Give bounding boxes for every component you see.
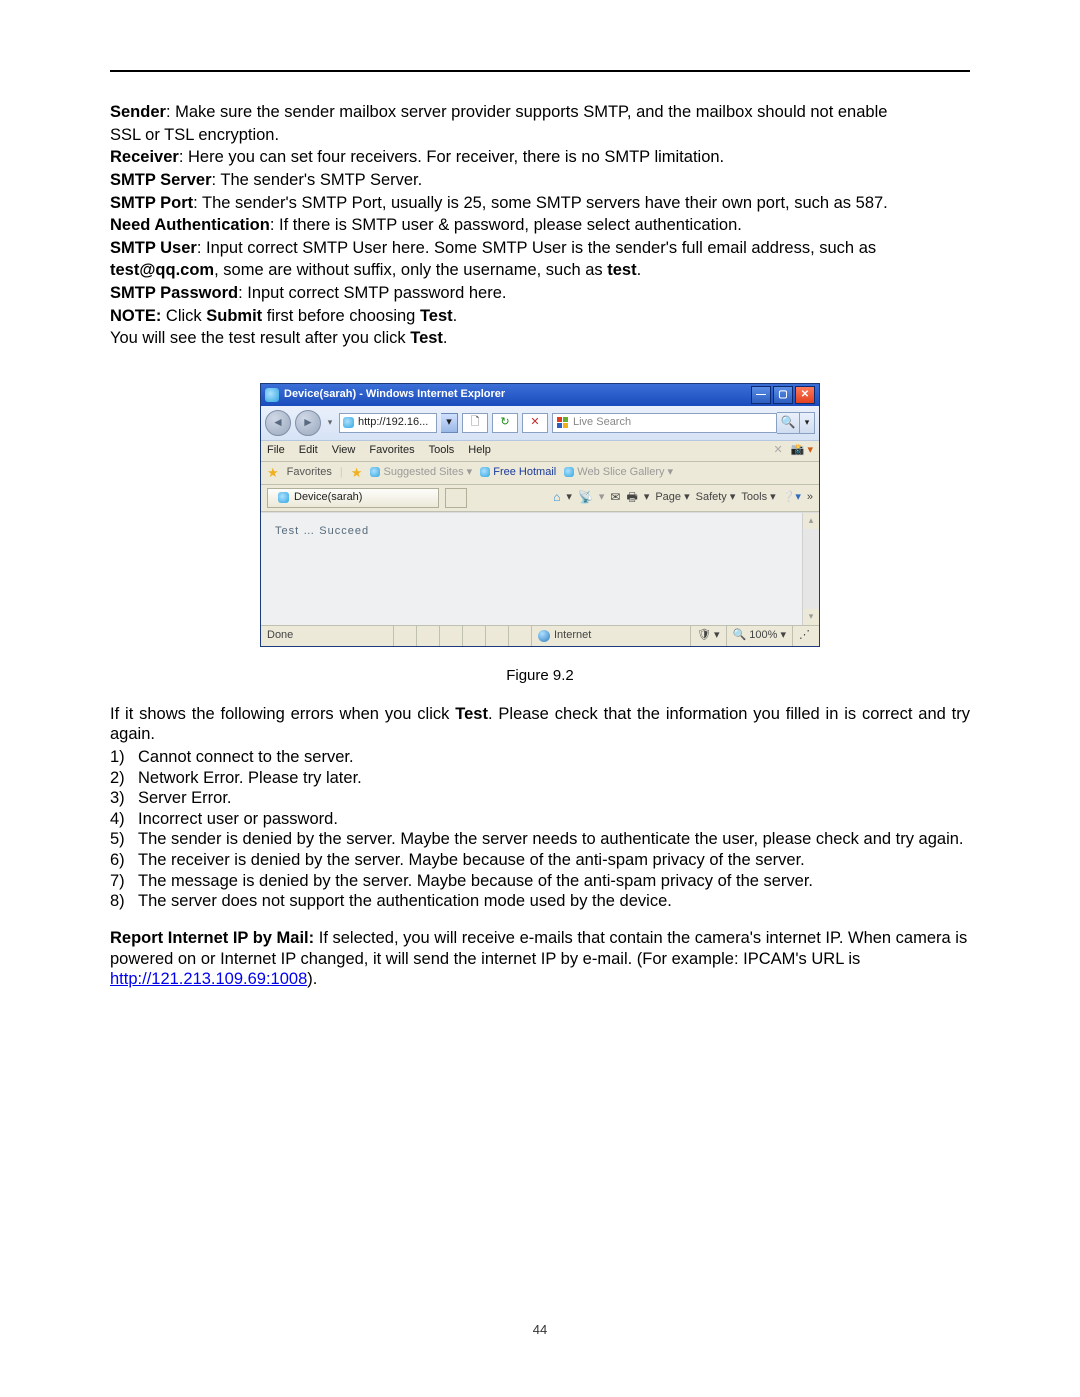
err-7: The message is denied by the server. May… <box>138 871 813 892</box>
window-title: Device(sarah) - Windows Internet Explore… <box>284 388 505 402</box>
need-auth-line: Need Authentication: If there is SMTP us… <box>110 215 970 236</box>
minimize-button[interactable]: — <box>751 386 771 404</box>
favorites-label[interactable]: Favorites <box>287 466 332 480</box>
err-3: Server Error. <box>138 788 232 809</box>
menu-view[interactable]: View <box>332 444 356 458</box>
free-hotmail[interactable]: Free Hotmail <box>480 466 556 480</box>
report-para: Report Internet IP by Mail: If selected,… <box>110 928 970 990</box>
close-button[interactable]: ✕ <box>795 386 815 404</box>
cmd-tools[interactable]: Tools ▾ <box>741 491 775 505</box>
sender-line2: SSL or TSL encryption. <box>110 125 970 146</box>
status-zone[interactable]: Internet <box>532 626 691 646</box>
feeds-icon[interactable]: 📡 <box>578 490 593 505</box>
menu-edit[interactable]: Edit <box>299 444 318 458</box>
address-field[interactable]: http://192.16... <box>339 413 437 433</box>
chevron-overflow[interactable]: » <box>807 491 813 505</box>
help-icon[interactable]: ❔▾ <box>782 491 801 505</box>
test-result-text: Test … Succeed <box>275 525 805 539</box>
tab-device[interactable]: Device(sarah) <box>267 488 439 508</box>
add-favorite-icon[interactable]: ★ <box>351 465 363 481</box>
menu-help[interactable]: Help <box>468 444 491 458</box>
favorites-star-icon[interactable]: ★ <box>267 465 279 481</box>
home-icon[interactable]: ⌂ <box>553 490 560 505</box>
ie-icon <box>480 467 490 477</box>
smtp-port-line: SMTP Port: The sender's SMTP Port, usual… <box>110 193 970 214</box>
ie-page-icon <box>343 417 354 428</box>
compat-view-button[interactable]: 🗋 <box>462 413 488 433</box>
note-line: NOTE: Click Submit first before choosing… <box>110 306 970 327</box>
menu-favorites[interactable]: Favorites <box>369 444 414 458</box>
smtp-user-line: SMTP User: Input correct SMTP User here.… <box>110 238 970 259</box>
search-box[interactable]: Live Search 🔍 ▾ <box>552 412 815 434</box>
err-6: The receiver is denied by the server. Ma… <box>138 850 805 871</box>
sender-line: Sender: Make sure the sender mailbox ser… <box>110 102 970 123</box>
zoom-control[interactable]: 🔍 100% ▾ <box>727 626 793 646</box>
globe-icon <box>538 630 550 642</box>
err-5: The sender is denied by the server. Mayb… <box>138 829 964 850</box>
close-toolbar-icon[interactable]: ✕ <box>774 444 783 458</box>
resize-grip[interactable]: ⋰ <box>793 626 819 646</box>
receiver-label: Receiver <box>110 148 179 166</box>
smtp-user-line2: test@qq.com, some are without suffix, on… <box>110 260 970 281</box>
menu-bar: File Edit View Favorites Tools Help ✕ 📸 … <box>261 441 819 462</box>
receiver-line: Receiver: Here you can set four receiver… <box>110 147 970 168</box>
read-mail-icon[interactable]: ✉ <box>610 490 620 505</box>
err-4: Incorrect user or password. <box>138 809 338 830</box>
suggested-sites[interactable]: Suggested Sites ▾ <box>370 466 472 480</box>
smtp-pass-line: SMTP Password: Input correct SMTP passwo… <box>110 283 970 304</box>
page-number: 44 <box>0 1322 1080 1337</box>
sender-label: Sender <box>110 103 166 121</box>
cmd-page[interactable]: Page ▾ <box>655 491 689 505</box>
forward-button[interactable]: ► <box>295 410 321 436</box>
search-go-button[interactable]: 🔍 <box>777 412 800 434</box>
address-dropdown[interactable]: ▾ <box>441 413 458 433</box>
smtp-server-line: SMTP Server: The sender's SMTP Server. <box>110 170 970 191</box>
maximize-button[interactable]: ▢ <box>773 386 793 404</box>
err-2: Network Error. Please try later. <box>138 768 362 789</box>
figure-caption: Figure 9.2 <box>110 667 970 686</box>
errors-intro: If it shows the following errors when yo… <box>110 704 970 745</box>
menu-file[interactable]: File <box>267 444 285 458</box>
history-dropdown[interactable]: ▾ <box>325 417 335 428</box>
refresh-button[interactable]: ↻ <box>492 413 518 433</box>
command-bar: ⌂▾ 📡▾ ✉ 🖶▾ Page ▾ Safety ▾ Tools ▾ ❔▾ » <box>553 490 813 505</box>
back-button[interactable]: ◄ <box>265 410 291 436</box>
status-bar: Done Internet 🛡 ▾ 🔍 100% ▾ ⋰ <box>261 625 819 646</box>
figure-ie-window: Device(sarah) - Windows Internet Explore… <box>260 383 820 647</box>
status-done: Done <box>261 626 394 646</box>
top-rule <box>110 70 970 72</box>
menu-tools[interactable]: Tools <box>429 444 455 458</box>
ie-page-icon <box>278 492 289 503</box>
address-bar: ◄ ► ▾ http://192.16... ▾ 🗋 ↻ ✕ Live Sea <box>261 406 819 441</box>
search-provider-dropdown[interactable]: ▾ <box>800 412 815 434</box>
window-titlebar[interactable]: Device(sarah) - Windows Internet Explore… <box>261 384 819 406</box>
cmd-safety[interactable]: Safety ▾ <box>696 491 736 505</box>
ie-icon <box>564 467 574 477</box>
windows-flag-icon <box>557 417 569 429</box>
vertical-scrollbar[interactable]: ▴ ▾ <box>802 513 819 625</box>
snagit-icon[interactable]: 📸 ▾ <box>791 444 813 458</box>
document-body: Sender: Make sure the sender mailbox ser… <box>110 102 970 990</box>
scroll-up-icon[interactable]: ▴ <box>803 513 819 529</box>
favorites-bar: ★ Favorites | ★ Suggested Sites ▾ Free H… <box>261 462 819 485</box>
stop-button[interactable]: ✕ <box>522 413 548 433</box>
ie-icon <box>370 467 380 477</box>
report-url-link[interactable]: http://121.213.109.69:1008 <box>110 970 307 988</box>
err-1: Cannot connect to the server. <box>138 747 354 768</box>
zoom-icon: 🔍 <box>733 629 747 643</box>
web-slice-gallery[interactable]: Web Slice Gallery ▾ <box>564 466 673 480</box>
scroll-down-icon[interactable]: ▾ <box>803 609 819 625</box>
error-list: 1)Cannot connect to the server. 2)Networ… <box>110 747 970 912</box>
tab-bar: Device(sarah) ⌂▾ 📡▾ ✉ 🖶▾ Page ▾ Safety ▾… <box>261 485 819 512</box>
search-placeholder: Live Search <box>573 416 631 430</box>
page-content: Test … Succeed ▴ ▾ <box>261 512 819 625</box>
err-8: The server does not support the authenti… <box>138 891 672 912</box>
print-icon[interactable]: 🖶 <box>626 490 637 505</box>
after-test-line: You will see the test result after you c… <box>110 328 970 349</box>
ie-icon <box>265 388 279 402</box>
new-tab-button[interactable] <box>445 488 467 508</box>
protected-mode-icon[interactable]: 🛡 ▾ <box>691 626 727 646</box>
